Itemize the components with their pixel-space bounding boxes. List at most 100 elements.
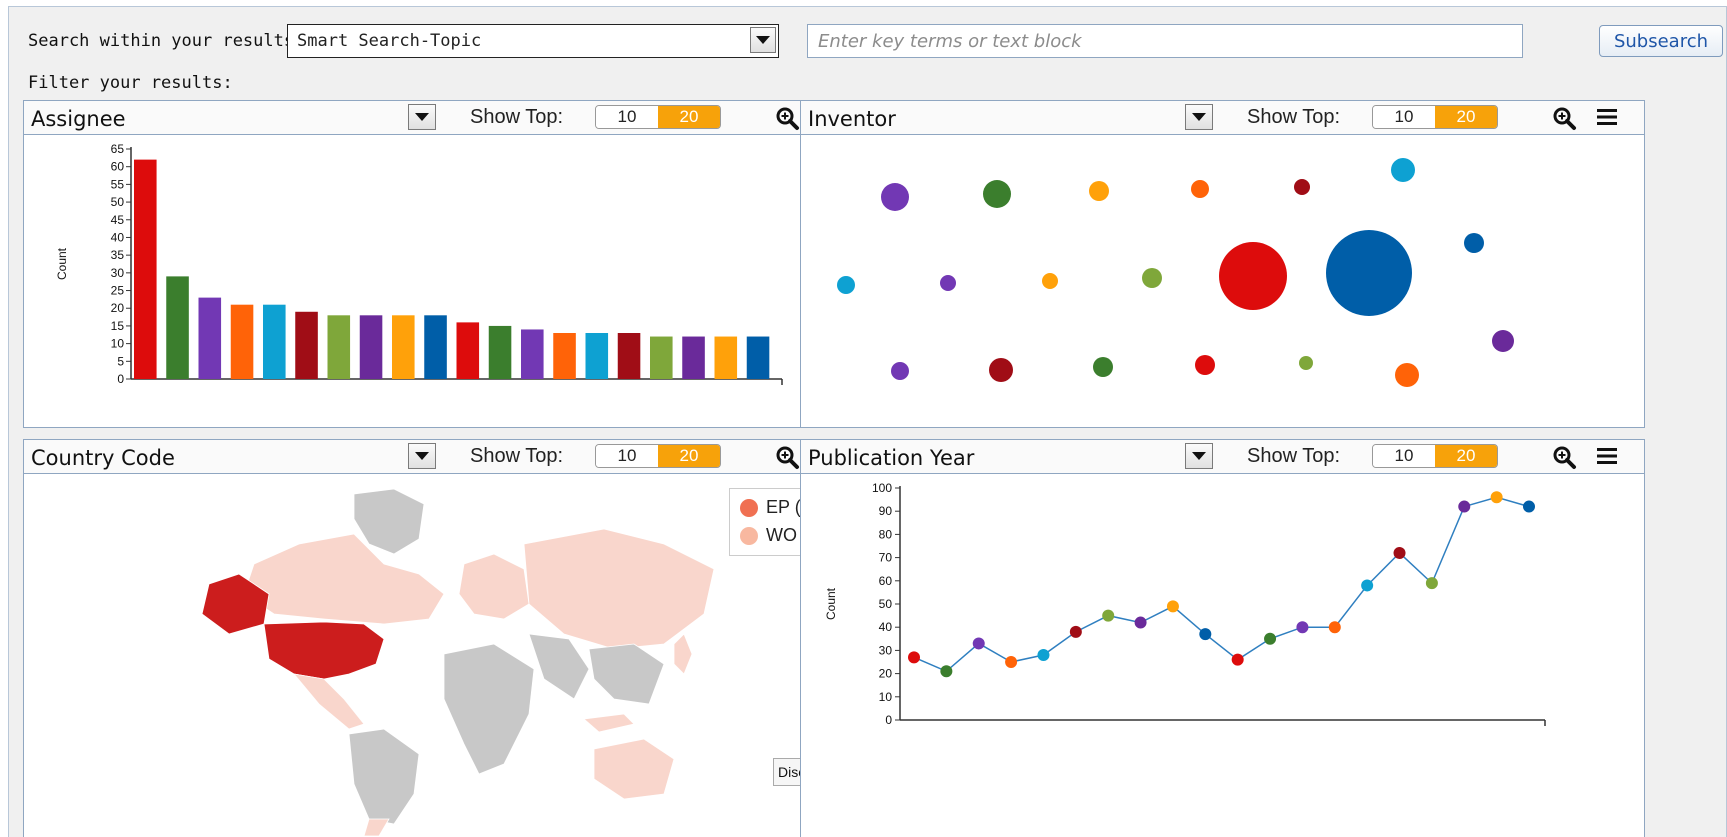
search-type-select[interactable]: Smart Search-Topic (287, 24, 779, 58)
country-asia[interactable] (523, 528, 715, 650)
zoom-in-icon[interactable] (1551, 444, 1577, 470)
show-top-10-button[interactable]: 10 (596, 106, 658, 128)
assignee-bar[interactable] (682, 336, 705, 379)
inventor-bubble[interactable] (983, 180, 1011, 208)
data-point[interactable] (1005, 656, 1018, 668)
assignee-bar[interactable] (488, 325, 512, 379)
country-chile[interactable] (363, 818, 390, 837)
show-top-20-button[interactable]: 20 (1435, 445, 1497, 467)
assignee-bar[interactable] (392, 315, 415, 379)
assignee-bar[interactable] (746, 336, 770, 379)
data-point[interactable] (1296, 621, 1309, 634)
inventor-bubble[interactable] (881, 183, 909, 211)
assignee-bar[interactable] (295, 311, 318, 379)
country-middle-east[interactable] (528, 633, 590, 700)
assignee-bar[interactable] (166, 276, 189, 379)
data-point[interactable] (1523, 500, 1535, 513)
inventor-bubble[interactable] (940, 275, 956, 291)
data-point[interactable] (1490, 491, 1503, 504)
assignee-bar[interactable] (327, 315, 351, 379)
data-point[interactable] (1102, 609, 1115, 622)
chevron-down-icon[interactable] (408, 443, 436, 469)
show-top-toggle[interactable]: 10 20 (595, 105, 721, 129)
assignee-bar[interactable] (553, 333, 576, 379)
show-top-toggle[interactable]: 10 20 (1372, 105, 1498, 129)
inventor-bubble[interactable] (1492, 330, 1514, 352)
country-china[interactable] (588, 643, 665, 705)
zoom-in-icon[interactable] (1551, 105, 1577, 131)
inventor-bubble[interactable] (1395, 363, 1419, 387)
inventor-bubble[interactable] (1219, 242, 1287, 310)
menu-icon[interactable] (1596, 446, 1618, 466)
country-mexico[interactable] (293, 673, 365, 730)
assignee-bar[interactable] (359, 315, 383, 379)
inventor-bubble[interactable] (1195, 355, 1215, 375)
assignee-bar[interactable] (521, 329, 544, 379)
assignee-bar[interactable] (198, 297, 222, 379)
data-point[interactable] (972, 637, 985, 650)
data-point[interactable] (1037, 649, 1050, 662)
country-europe[interactable] (458, 553, 530, 620)
show-top-10-button[interactable]: 10 (1373, 106, 1435, 128)
country-africa[interactable] (443, 643, 535, 775)
inventor-bubble[interactable] (1042, 273, 1058, 289)
inventor-bubble[interactable] (989, 358, 1013, 382)
show-top-20-button[interactable]: 20 (1435, 106, 1497, 128)
country-south-america[interactable] (348, 728, 420, 825)
show-top-toggle[interactable]: 10 20 (595, 444, 721, 468)
data-point[interactable] (1166, 600, 1179, 613)
show-top-10-button[interactable]: 10 (1373, 445, 1435, 467)
assignee-bar[interactable] (714, 336, 738, 379)
inventor-bubble[interactable] (837, 276, 855, 294)
assignee-bar[interactable] (617, 333, 641, 379)
inventor-bubble[interactable] (891, 362, 909, 380)
data-point[interactable] (1231, 653, 1244, 666)
chevron-down-icon[interactable] (408, 104, 436, 130)
data-point[interactable] (1134, 616, 1147, 629)
data-point[interactable] (940, 665, 953, 678)
assignee-bar[interactable] (134, 159, 157, 379)
country-indonesia[interactable] (583, 713, 635, 733)
show-top-toggle[interactable]: 10 20 (1372, 444, 1498, 468)
data-point[interactable] (1264, 632, 1277, 645)
country-japan[interactable] (673, 633, 693, 675)
show-top-20-button[interactable]: 20 (658, 106, 720, 128)
data-point[interactable] (1393, 546, 1406, 559)
zoom-in-icon[interactable] (774, 105, 800, 131)
data-point[interactable] (1425, 577, 1438, 590)
assignee-bar[interactable] (650, 336, 673, 379)
country-usa[interactable] (263, 621, 385, 680)
data-point[interactable] (1458, 500, 1471, 513)
subsearch-button[interactable]: Subsearch (1599, 25, 1723, 57)
country-code-panel: Country CodeShow Top:1020EP (165)WO (120… (23, 439, 868, 837)
assignee-bar[interactable] (424, 315, 447, 379)
data-point[interactable] (908, 651, 920, 664)
inventor-bubble[interactable] (1191, 180, 1209, 198)
country-canada[interactable] (243, 533, 445, 625)
inventor-bubble[interactable] (1294, 179, 1310, 195)
data-point[interactable] (1069, 625, 1082, 638)
inventor-bubble[interactable] (1089, 181, 1109, 201)
assignee-bar[interactable] (263, 304, 286, 379)
inventor-bubble[interactable] (1299, 356, 1313, 370)
zoom-in-icon[interactable] (774, 444, 800, 470)
search-terms-input[interactable] (807, 24, 1523, 58)
data-point[interactable] (1199, 628, 1212, 641)
assignee-bar[interactable] (456, 322, 480, 379)
data-point[interactable] (1328, 621, 1341, 634)
chevron-down-icon[interactable] (750, 27, 776, 53)
inventor-bubble[interactable] (1464, 233, 1484, 253)
assignee-bar[interactable] (585, 333, 609, 379)
show-top-20-button[interactable]: 20 (658, 445, 720, 467)
inventor-bubble[interactable] (1326, 230, 1412, 316)
country-australia[interactable] (593, 738, 675, 800)
chevron-down-icon[interactable] (1185, 104, 1213, 130)
menu-icon[interactable] (1596, 107, 1618, 127)
inventor-bubble[interactable] (1391, 158, 1415, 182)
show-top-10-button[interactable]: 10 (596, 445, 658, 467)
chevron-down-icon[interactable] (1185, 443, 1213, 469)
inventor-bubble[interactable] (1142, 268, 1162, 288)
inventor-bubble[interactable] (1093, 357, 1113, 377)
data-point[interactable] (1361, 579, 1374, 592)
assignee-bar[interactable] (230, 304, 254, 379)
